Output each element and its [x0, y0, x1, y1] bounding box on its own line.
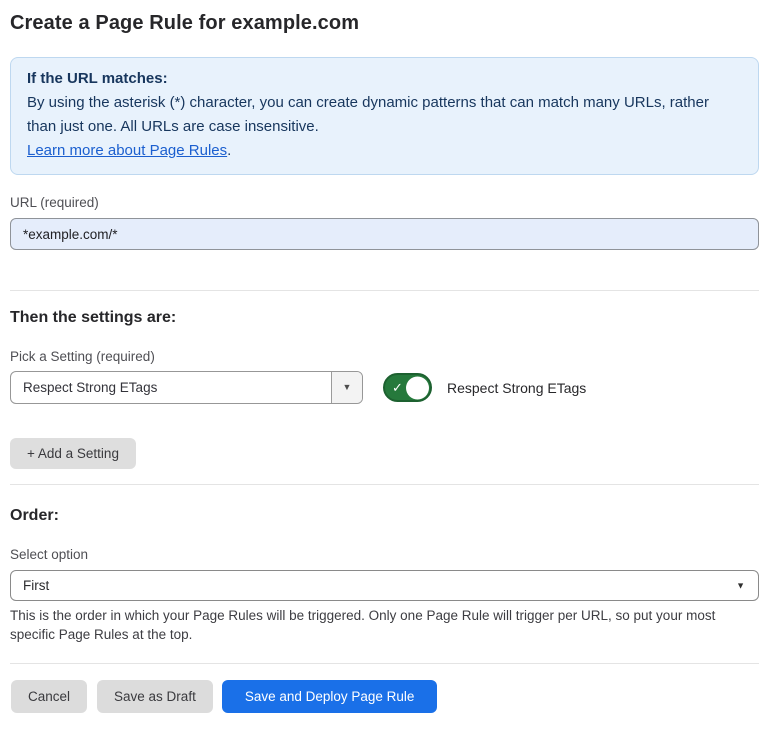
learn-more-link[interactable]: Learn more about Page Rules	[27, 142, 227, 159]
chevron-down-icon: ▼	[736, 581, 745, 590]
setting-dropdown-arrow-button[interactable]: ▼	[331, 372, 362, 403]
order-select-value: First	[23, 578, 49, 593]
save-and-deploy-button[interactable]: Save and Deploy Page Rule	[222, 680, 438, 713]
info-box-body: By using the asterisk (*) character, you…	[27, 91, 742, 139]
etags-toggle[interactable]: ✓	[383, 373, 432, 402]
divider	[10, 290, 759, 291]
link-suffix: .	[227, 142, 231, 159]
check-icon: ✓	[392, 381, 403, 394]
url-input[interactable]	[10, 218, 759, 250]
setting-row: Respect Strong ETags ▼ ✓ Respect Strong …	[10, 371, 759, 404]
url-matches-info-box: If the URL matches: By using the asteris…	[10, 57, 759, 175]
order-select[interactable]: First ▼	[10, 570, 759, 601]
divider	[10, 484, 759, 485]
order-section-heading: Order:	[10, 506, 759, 525]
toggle-knob	[406, 376, 429, 399]
pick-setting-label: Pick a Setting (required)	[10, 349, 759, 364]
toggle-label: Respect Strong ETags	[447, 380, 586, 396]
setting-dropdown-value: Respect Strong ETags	[11, 372, 331, 403]
setting-dropdown[interactable]: Respect Strong ETags ▼	[10, 371, 363, 404]
cancel-button[interactable]: Cancel	[11, 680, 87, 713]
save-as-draft-button[interactable]: Save as Draft	[97, 680, 213, 713]
info-box-heading: If the URL matches:	[27, 67, 742, 91]
info-box-link-line: Learn more about Page Rules.	[27, 139, 742, 163]
page-rule-form: Create a Page Rule for example.com If th…	[0, 12, 769, 713]
settings-section-heading: Then the settings are:	[10, 308, 759, 327]
add-setting-button[interactable]: + Add a Setting	[10, 438, 136, 469]
footer-actions: Cancel Save as Draft Save and Deploy Pag…	[10, 680, 759, 713]
chevron-down-icon: ▼	[343, 383, 352, 392]
divider	[10, 663, 759, 664]
order-helper-text: This is the order in which your Page Rul…	[10, 606, 755, 644]
page-title: Create a Page Rule for example.com	[10, 12, 759, 35]
url-label: URL (required)	[10, 195, 759, 210]
select-option-label: Select option	[10, 547, 759, 562]
